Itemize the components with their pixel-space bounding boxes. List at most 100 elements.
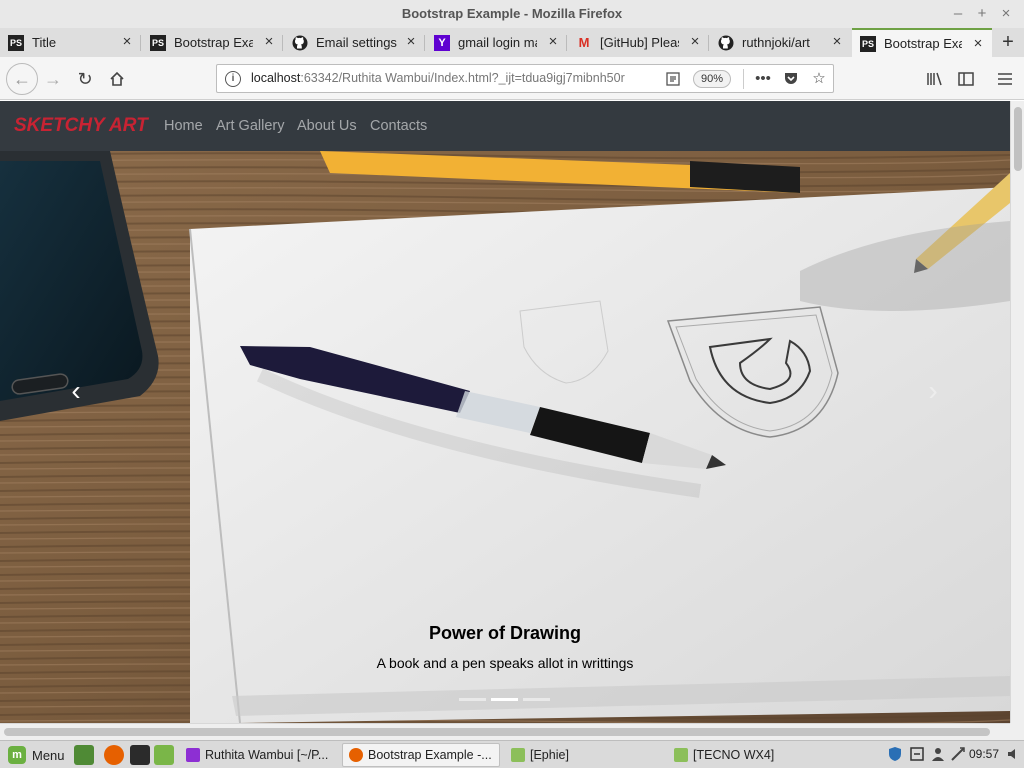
close-tab-icon[interactable]: × <box>545 34 561 50</box>
vertical-scrollbar[interactable] <box>1010 101 1024 723</box>
urlbar-separator <box>743 69 744 89</box>
tab-title[interactable]: PS Title × <box>0 28 141 57</box>
files-icon[interactable] <box>154 745 174 765</box>
phpstorm-icon: PS <box>860 35 876 52</box>
tab-bootstrap-example-active[interactable]: PS Bootstrap Exar × <box>852 28 992 57</box>
new-tab-button[interactable]: + <box>994 28 1022 57</box>
tab-strip: PS Title × PS Bootstrap Exa × Email sett… <box>0 28 1024 57</box>
hamburger-icon <box>998 73 1012 85</box>
hero-carousel: ‹ › Power of Drawing A book and a pen sp… <box>0 151 1010 723</box>
show-desktop-icon[interactable] <box>74 745 94 765</box>
vertical-scroll-thumb[interactable] <box>1014 107 1022 171</box>
network-icon[interactable] <box>950 746 966 762</box>
carousel-caption-title: Power of Drawing <box>428 623 581 643</box>
address-bar[interactable]: i localhost:63342/Ruthita Wambui/Index.h… <box>216 64 834 93</box>
tab-label: Bootstrap Exar <box>884 36 962 51</box>
close-tab-icon[interactable]: × <box>403 34 419 50</box>
horizontal-scrollbar[interactable] <box>0 723 1010 740</box>
task-folder-tecno[interactable]: [TECNO WX4] <box>668 743 828 767</box>
tab-separator <box>282 35 283 51</box>
forward-button[interactable]: → <box>38 64 68 94</box>
reload-icon: ↻ <box>77 68 93 89</box>
task-firefox[interactable]: Bootstrap Example -... <box>342 743 500 767</box>
nav-about-us[interactable]: About Us <box>297 118 357 134</box>
tab-bootstrap-example[interactable]: PS Bootstrap Exa × <box>142 28 283 57</box>
pocket-icon[interactable] <box>781 70 801 88</box>
page-viewport: SKETCHY ART Home Art Gallery About Us Co… <box>0 101 1010 723</box>
tab-github-please[interactable]: M [GitHub] Please × <box>568 28 709 57</box>
reader-view-icon[interactable] <box>665 71 681 87</box>
shield-icon[interactable] <box>887 746 903 762</box>
user-icon[interactable] <box>930 746 946 762</box>
carousel-indicator-2[interactable] <box>491 698 518 701</box>
start-menu-label: Menu <box>32 747 65 763</box>
chevron-left-icon: ‹ <box>71 375 81 406</box>
close-tab-icon[interactable]: × <box>829 34 845 50</box>
tab-separator <box>708 35 709 51</box>
start-menu-button[interactable]: m Menu <box>2 744 71 766</box>
folder-icon <box>511 748 525 762</box>
nav-contacts[interactable]: Contacts <box>370 118 427 134</box>
nav-art-gallery[interactable]: Art Gallery <box>216 118 285 134</box>
task-phpstorm[interactable]: Ruthita Wambui [~/P... <box>180 743 336 767</box>
site-info-icon[interactable]: i <box>225 71 241 87</box>
sidebar-button[interactable] <box>951 64 981 94</box>
page-actions-icon[interactable]: ••• <box>753 70 773 88</box>
nav-home[interactable]: Home <box>164 118 203 134</box>
firefox-task-icon <box>349 748 363 762</box>
github-icon <box>292 35 308 51</box>
volume-icon[interactable] <box>1006 746 1022 762</box>
firefox-icon[interactable] <box>104 745 124 765</box>
tab-ruthnjoki-art[interactable]: ruthnjoki/art × <box>710 28 851 57</box>
sidebar-icon <box>958 72 974 86</box>
back-arrow-icon: ← <box>13 68 31 89</box>
yahoo-icon: Y <box>434 34 450 51</box>
carousel-prev-button[interactable]: ‹ <box>56 371 96 411</box>
maximize-button[interactable]: + <box>972 0 992 28</box>
hamburger-menu-button[interactable] <box>990 64 1020 94</box>
terminal-icon[interactable] <box>130 745 150 765</box>
carousel-caption-text: A book and a pen speaks allot in writtin… <box>376 655 634 671</box>
task-label: Bootstrap Example -... <box>368 748 492 762</box>
task-folder-ephie[interactable]: [Ephie] <box>505 743 665 767</box>
window-titlebar: Bootstrap Example - Mozilla Firefox – + … <box>0 0 1024 28</box>
tab-label: gmail login ma <box>458 35 537 50</box>
horizontal-scroll-thumb[interactable] <box>4 728 990 736</box>
reload-button[interactable]: ↻ <box>70 64 100 94</box>
tab-separator <box>140 35 141 51</box>
navigation-toolbar: ← → ↻ i localhost:63342/Ruthita Wambui/I… <box>0 57 1024 100</box>
gmail-icon: M <box>578 35 590 50</box>
system-clock[interactable]: 09:57 <box>969 747 999 761</box>
desktop-taskbar: m Menu Ruthita Wambui [~/P... Bootstrap … <box>0 740 1024 768</box>
site-brand[interactable]: SKETCHY ART <box>14 115 148 137</box>
library-icon <box>927 72 942 86</box>
close-tab-icon[interactable]: × <box>970 36 986 52</box>
folder-icon <box>674 748 688 762</box>
tab-gmail-login[interactable]: Y gmail login ma × <box>426 28 567 57</box>
url-host: localhost <box>251 71 301 85</box>
minimize-button[interactable]: – <box>948 0 968 28</box>
carousel-indicator-1[interactable] <box>459 698 486 701</box>
tab-email-settings[interactable]: Email settings × <box>284 28 425 57</box>
tab-separator <box>424 35 425 51</box>
github-icon <box>718 35 734 51</box>
back-button[interactable]: ← <box>6 63 38 95</box>
task-label: [TECNO WX4] <box>693 748 775 762</box>
carousel-indicator-3[interactable] <box>523 698 550 701</box>
library-button[interactable] <box>920 64 950 94</box>
bookmark-star-icon[interactable]: ☆ <box>809 70 829 88</box>
scrollbar-corner <box>1010 723 1024 740</box>
zoom-indicator[interactable]: 90% <box>693 70 732 88</box>
tab-label: [GitHub] Please <box>600 35 679 50</box>
tab-separator <box>566 35 567 51</box>
close-tab-icon[interactable]: × <box>687 34 703 50</box>
close-window-button[interactable]: × <box>996 0 1016 28</box>
url-text[interactable]: localhost:63342/Ruthita Wambui/Index.htm… <box>251 71 631 85</box>
window-title: Bootstrap Example - Mozilla Firefox <box>401 6 623 21</box>
update-manager-icon[interactable] <box>909 746 925 762</box>
carousel-next-button[interactable]: › <box>913 371 953 411</box>
task-label: Ruthita Wambui [~/P... <box>205 748 329 762</box>
close-tab-icon[interactable]: × <box>119 34 135 50</box>
close-tab-icon[interactable]: × <box>261 34 277 50</box>
home-button[interactable] <box>102 64 132 94</box>
